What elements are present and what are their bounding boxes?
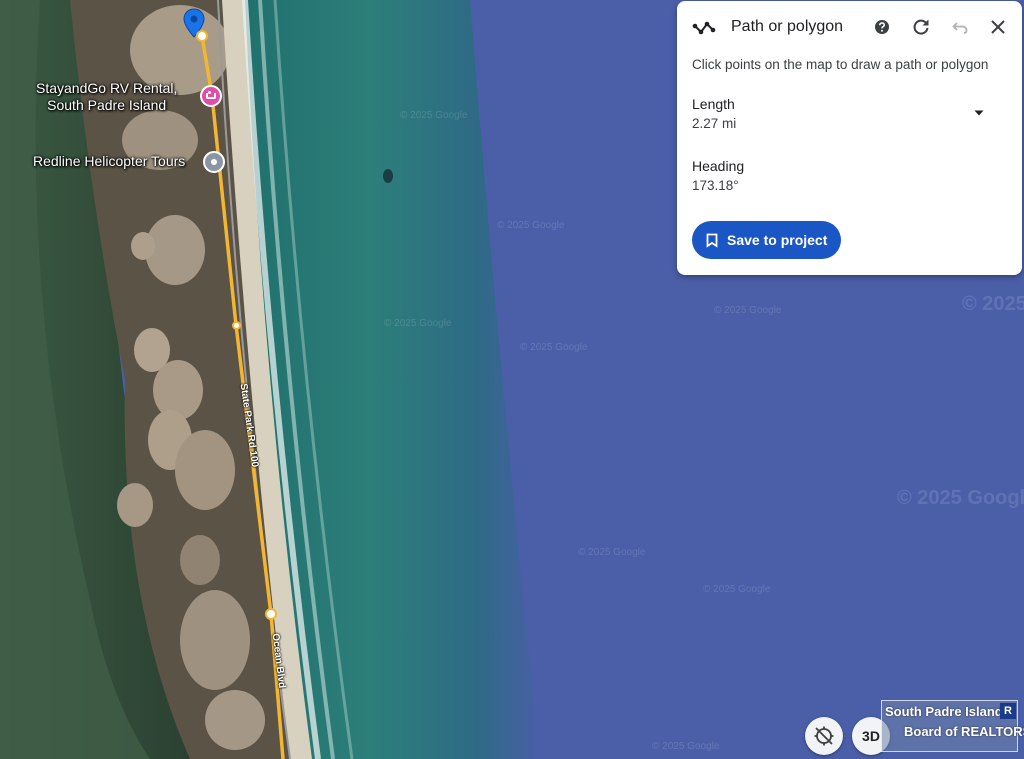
map-watermark: © 2025 Google bbox=[400, 110, 468, 121]
save-to-project-button[interactable]: Save to project bbox=[692, 221, 841, 259]
map-watermark: © 2025 Google bbox=[703, 584, 771, 595]
logo-line-1: South Padre Island bbox=[885, 704, 1003, 719]
panel-title: Path or polygon bbox=[731, 18, 844, 35]
help-icon bbox=[875, 20, 889, 34]
redo-icon bbox=[913, 19, 929, 35]
realtors-logo-overlay: South Padre Island R Board of REALTORS bbox=[881, 700, 1024, 752]
map-watermark: © 2025 Google bbox=[520, 342, 588, 353]
bookmark-icon bbox=[706, 233, 718, 248]
length-value: 2.27 mi bbox=[692, 116, 737, 131]
toggle-3d-label: 3D bbox=[862, 728, 880, 744]
map-watermark: © 2025 Google bbox=[962, 293, 1024, 315]
help-button[interactable] bbox=[870, 15, 894, 39]
panel-instruction: Click points on the map to draw a path o… bbox=[692, 57, 989, 72]
close-icon bbox=[991, 20, 1005, 34]
undo-button[interactable] bbox=[948, 15, 972, 39]
path-polygon-icon bbox=[692, 21, 716, 35]
path-vertex[interactable] bbox=[196, 30, 208, 42]
map-watermark: © 2025 Google bbox=[714, 305, 782, 316]
logo-line-2: Board of REALTORS bbox=[904, 724, 1024, 739]
compass-button[interactable] bbox=[805, 717, 843, 755]
path-vertex[interactable] bbox=[232, 321, 241, 330]
panel-header: Path or polygon bbox=[677, 1, 1022, 53]
map-watermark: © 2025 Google bbox=[897, 487, 1024, 509]
map-watermark: © 2025 Google bbox=[384, 318, 452, 329]
map-watermark: © 2025 Google bbox=[652, 741, 720, 752]
compass-off-icon bbox=[814, 726, 834, 746]
attraction-poi-icon[interactable] bbox=[203, 151, 225, 173]
place-label-rv-rental[interactable]: StayandGo RV Rental, South Padre Island bbox=[36, 80, 177, 114]
close-button[interactable] bbox=[986, 15, 1010, 39]
map-watermark: © 2025 Google bbox=[578, 547, 646, 558]
length-label: Length bbox=[692, 96, 735, 112]
heading-value: 173.18° bbox=[692, 178, 739, 193]
hotel-poi-icon[interactable] bbox=[200, 85, 222, 107]
redo-button[interactable] bbox=[909, 15, 933, 39]
place-label-helicopter-tours[interactable]: Redline Helicopter Tours bbox=[33, 153, 185, 170]
path-polygon-panel: Path or polygon Click points on the map … bbox=[677, 1, 1022, 275]
path-vertex[interactable] bbox=[265, 608, 277, 620]
undo-icon bbox=[952, 22, 968, 34]
save-button-label: Save to project bbox=[727, 232, 828, 248]
map-watermark: © 2025 Google bbox=[497, 220, 565, 231]
caret-down-icon bbox=[974, 110, 984, 116]
unit-dropdown[interactable] bbox=[967, 104, 991, 122]
heading-label: Heading bbox=[692, 158, 745, 174]
logo-r-mark: R bbox=[1000, 703, 1016, 719]
